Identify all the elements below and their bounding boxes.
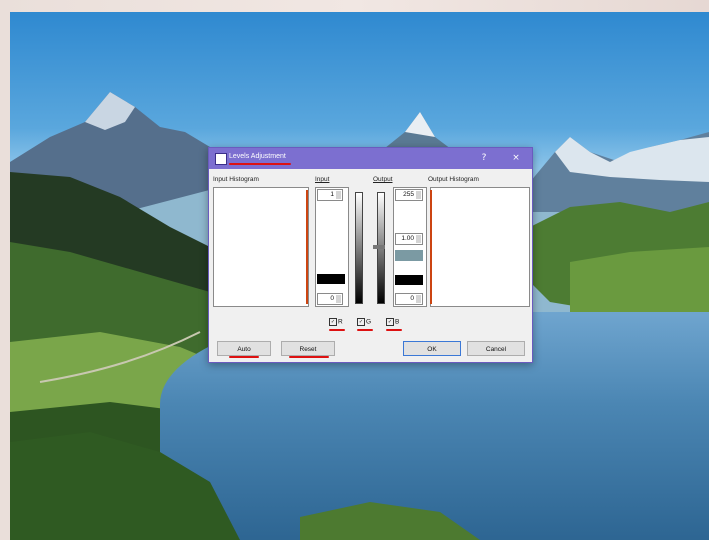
- channel-b-underline: [386, 329, 402, 331]
- help-button[interactable]: ?: [477, 152, 491, 164]
- output-high-spinner[interactable]: 255: [395, 189, 423, 201]
- output-histogram-label: Output Histogram: [428, 176, 479, 183]
- close-button[interactable]: ×: [509, 152, 523, 164]
- input-label: Input: [315, 176, 330, 183]
- checkbox-check-icon: ✓: [386, 318, 394, 326]
- reset-underline: [289, 356, 329, 358]
- input-gradient-track[interactable]: [355, 192, 363, 304]
- checkbox-check-icon: ✓: [329, 318, 337, 326]
- channel-g-label: G: [366, 318, 372, 326]
- auto-underline: [229, 356, 259, 358]
- output-gamma-spinner[interactable]: 1.00: [395, 233, 423, 245]
- checkbox-check-icon: ✓: [357, 318, 365, 326]
- channel-r-checkbox[interactable]: ✓ R: [329, 318, 343, 326]
- channel-r-underline: [329, 329, 345, 331]
- output-low-spinner[interactable]: 0: [395, 293, 423, 305]
- auto-button[interactable]: Auto: [217, 341, 271, 356]
- input-histogram-panel: [213, 187, 309, 307]
- gamma-swatch: [395, 250, 423, 261]
- output-histogram-panel: [430, 187, 530, 307]
- input-high-spinner[interactable]: 1: [317, 189, 343, 201]
- gamma-slider-handle[interactable]: [373, 245, 385, 249]
- output-levels-column: [393, 187, 427, 307]
- dialog-title: Levels Adjustment: [229, 153, 286, 160]
- input-low-spinner[interactable]: 0: [317, 293, 343, 305]
- channel-r-label: R: [338, 318, 343, 326]
- reset-button[interactable]: Reset: [281, 341, 335, 356]
- cancel-button[interactable]: Cancel: [467, 341, 525, 356]
- levels-adjustment-dialog: Levels Adjustment ? × Input Histogram In…: [208, 147, 533, 363]
- input-histogram-annotation: [306, 190, 308, 304]
- dialog-titlebar[interactable]: Levels Adjustment ? ×: [209, 148, 532, 169]
- levels-app-icon: [215, 153, 227, 165]
- ok-button[interactable]: OK: [403, 341, 461, 356]
- title-underline-annotation: [229, 163, 291, 165]
- channel-g-underline: [357, 329, 373, 331]
- output-label: Output: [373, 176, 393, 183]
- channel-b-checkbox[interactable]: ✓ B: [386, 318, 399, 326]
- output-black-swatch: [395, 275, 423, 285]
- input-black-swatch: [317, 274, 345, 284]
- input-levels-column: [315, 187, 349, 307]
- input-histogram-label: Input Histogram: [213, 176, 259, 183]
- channel-g-checkbox[interactable]: ✓ G: [357, 318, 371, 326]
- channel-b-label: B: [395, 318, 400, 326]
- output-histogram-annotation: [430, 190, 432, 304]
